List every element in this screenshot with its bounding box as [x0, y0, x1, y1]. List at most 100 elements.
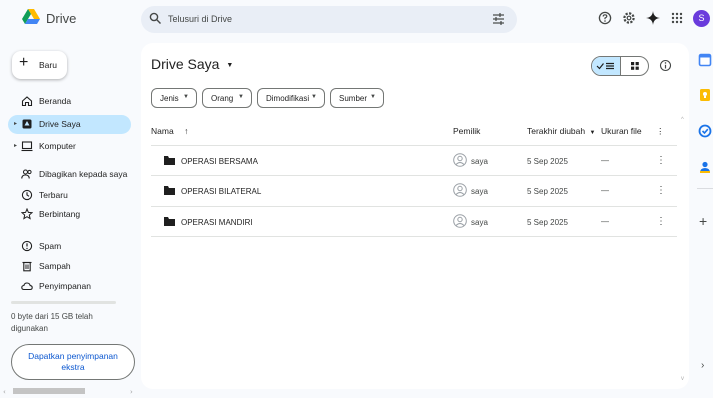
- filter-label: Sumber: [339, 94, 368, 103]
- column-header-name[interactable]: Nama ↑: [151, 126, 188, 136]
- column-header-label: Nama: [151, 126, 174, 136]
- page-title[interactable]: Drive Saya ▼: [151, 56, 233, 72]
- sidebar-item-starred[interactable]: Berbintang: [8, 205, 131, 224]
- keep-icon[interactable]: [698, 88, 712, 102]
- apps-grid-icon[interactable]: [670, 11, 684, 25]
- search-options-icon[interactable]: [492, 13, 505, 25]
- home-icon: [21, 96, 33, 107]
- chevron-down-icon: ▼: [311, 94, 317, 100]
- plus-icon: +: [19, 54, 29, 71]
- modified-date: 5 Sep 2025: [527, 218, 568, 227]
- contacts-icon[interactable]: [698, 160, 712, 174]
- table-row[interactable]: OPERASI MANDIRI saya 5 Sep 2025 — ⋮: [151, 206, 677, 237]
- sidebar-item-label: Sampah: [39, 261, 71, 271]
- more-options-icon[interactable]: ⋮: [656, 216, 666, 227]
- modified-date: 5 Sep 2025: [527, 187, 568, 196]
- shared-icon: [21, 169, 32, 179]
- scroll-up-arrow-icon[interactable]: ^: [681, 117, 684, 123]
- filter-source-chip[interactable]: Sumber ▼: [330, 88, 384, 108]
- help-icon[interactable]: [598, 11, 612, 25]
- expand-caret-icon[interactable]: ▸: [14, 142, 17, 149]
- owner-avatar-icon: [453, 183, 467, 197]
- settings-icon[interactable]: [622, 11, 636, 25]
- sidebar-item-computers[interactable]: ▸ Komputer: [8, 137, 131, 156]
- info-icon[interactable]: [659, 59, 672, 72]
- my-drive-icon: [22, 119, 32, 129]
- sidebar-item-recent[interactable]: Terbaru: [8, 186, 131, 205]
- drive-logo-icon[interactable]: [22, 9, 40, 25]
- chevron-down-icon: ▼: [589, 130, 596, 136]
- svg-text:›: ›: [130, 388, 133, 396]
- file-size: —: [601, 156, 609, 165]
- scroll-down-arrow-icon[interactable]: v: [681, 376, 684, 382]
- sidebar-item-trash[interactable]: Sampah: [8, 257, 131, 276]
- list-view-button[interactable]: [592, 57, 621, 75]
- column-options-icon[interactable]: ⋮: [656, 126, 665, 137]
- file-size: —: [601, 217, 609, 226]
- gemini-sparkle-icon[interactable]: [646, 11, 660, 25]
- owner-avatar-icon: [453, 153, 467, 167]
- sidebar-item-label: Penyimpanan: [39, 281, 91, 291]
- search-icon[interactable]: [149, 12, 162, 25]
- sort-arrow-up-icon[interactable]: ↑: [184, 126, 188, 136]
- get-more-storage-label: Dapatkan penyimpanan ekstra: [28, 351, 118, 372]
- spam-icon: [21, 240, 33, 252]
- table-row[interactable]: OPERASI BERSAMA saya 5 Sep 2025 — ⋮: [151, 145, 677, 176]
- sidebar-item-shared[interactable]: Dibagikan kepada saya: [8, 165, 131, 184]
- sidebar-item-label: Beranda: [39, 96, 72, 106]
- sidebar-item-storage[interactable]: Penyimpanan: [8, 277, 131, 296]
- app-name[interactable]: Drive: [46, 11, 76, 26]
- filter-type-chip[interactable]: Jenis ▼: [151, 88, 197, 108]
- page-title-text: Drive Saya: [151, 56, 220, 72]
- folder-icon: [164, 156, 175, 165]
- owner-name: saya: [471, 157, 488, 166]
- check-list-icon: [596, 62, 614, 70]
- column-header-owner[interactable]: Pemilik: [453, 126, 480, 136]
- grid-view-button[interactable]: [621, 57, 648, 75]
- view-toggle[interactable]: [591, 56, 649, 76]
- sidebar-item-my-drive[interactable]: ▸ Drive Saya: [8, 115, 131, 134]
- file-name: OPERASI BILATERAL: [181, 187, 262, 196]
- avatar[interactable]: S: [693, 10, 710, 27]
- column-header-modified[interactable]: Terakhir diubah ▼: [527, 126, 595, 136]
- chevron-down-icon: ▼: [226, 61, 234, 69]
- search-input[interactable]: Telusuri di Drive: [168, 14, 232, 24]
- column-header-label: Terakhir diubah: [527, 126, 586, 136]
- computer-icon: [21, 141, 33, 152]
- owner-avatar-icon: [453, 214, 467, 228]
- column-header-size[interactable]: Ukuran file: [601, 126, 642, 136]
- sidebar-item-spam[interactable]: Spam: [8, 237, 131, 256]
- rail-divider: [697, 188, 713, 189]
- storage-usage-text: 0 byte dari 15 GB telah digunakan: [11, 312, 93, 333]
- filter-people-chip[interactable]: Orang ▼: [202, 88, 252, 108]
- cloud-icon: [21, 282, 33, 291]
- chevron-down-icon: ▼: [183, 94, 189, 100]
- chevron-down-icon: ▼: [370, 94, 376, 100]
- calendar-icon[interactable]: [698, 53, 712, 67]
- modified-date: 5 Sep 2025: [527, 157, 568, 166]
- table-row[interactable]: OPERASI BILATERAL saya 5 Sep 2025 — ⋮: [151, 175, 677, 206]
- storage-bar: [11, 301, 116, 304]
- more-options-icon[interactable]: ⋮: [656, 185, 666, 196]
- filter-label: Dimodifikasi: [266, 94, 310, 103]
- more-options-icon[interactable]: ⋮: [656, 155, 666, 166]
- new-button[interactable]: + Baru: [12, 51, 67, 79]
- expand-caret-icon[interactable]: ▸: [14, 120, 17, 127]
- owner-name: saya: [471, 218, 488, 227]
- search-bar[interactable]: Telusuri di Drive: [141, 6, 517, 33]
- sidebar-item-label: Terbaru: [39, 190, 68, 200]
- sidebar-item-home[interactable]: Beranda: [8, 92, 131, 111]
- add-addon-plus-icon[interactable]: +: [699, 213, 707, 229]
- get-more-storage-button[interactable]: Dapatkan penyimpanan ekstra: [11, 344, 135, 380]
- show-side-panel-chevron-icon[interactable]: ›: [701, 360, 704, 371]
- tasks-icon[interactable]: [698, 124, 712, 138]
- sidebar-horizontal-scrollbar[interactable]: ‹ ›: [0, 385, 140, 397]
- folder-icon: [164, 186, 175, 195]
- filter-label: Jenis: [160, 94, 179, 103]
- file-size: —: [601, 186, 609, 195]
- filter-label: Orang: [211, 94, 234, 103]
- owner-name: saya: [471, 187, 488, 196]
- star-icon: [21, 208, 33, 220]
- filter-modified-chip[interactable]: Dimodifikasi ▼: [257, 88, 325, 108]
- folder-icon: [164, 217, 175, 226]
